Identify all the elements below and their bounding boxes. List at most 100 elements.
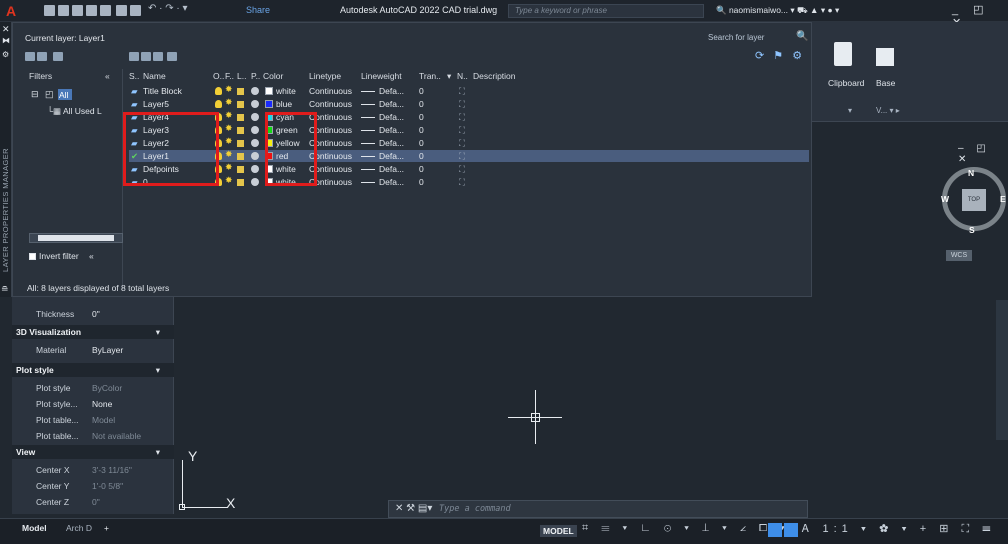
section-view[interactable]: View ▾: [12, 445, 174, 459]
unlock-icon[interactable]: [237, 140, 244, 147]
close-icon[interactable]: ✕: [2, 24, 10, 35]
unlock-icon[interactable]: [237, 153, 244, 160]
auto-hide-icon[interactable]: ⧓: [2, 36, 10, 45]
layer-transparency[interactable]: 0: [419, 177, 424, 187]
layer-row[interactable]: ▰ Layer5 ✸ blue Continuous Defa... 0 ⛶: [129, 97, 809, 110]
layer-lineweight[interactable]: Defa...: [379, 164, 404, 174]
new-vp-freeze-icon[interactable]: ⛶: [459, 112, 465, 123]
compass-west[interactable]: W: [941, 194, 949, 204]
collapse-filters-button[interactable]: «: [105, 71, 110, 81]
command-line[interactable]: ✕ ⚒ ▤▾ Type a command: [388, 500, 808, 518]
thaw-sun-icon[interactable]: ✸: [225, 149, 233, 159]
workspace-icon[interactable]: [130, 5, 141, 16]
base-icon[interactable]: [876, 48, 894, 66]
checkbox-icon[interactable]: [29, 253, 36, 260]
tab-model[interactable]: Model: [22, 523, 47, 533]
viewcube-top-face[interactable]: TOP: [962, 189, 986, 211]
layer-row[interactable]: ▰ Layer2 ✸ yellow Continuous Defa... 0 ⛶: [129, 136, 809, 149]
column-plot[interactable]: P..: [251, 71, 260, 81]
layer-transparency[interactable]: 0: [419, 151, 424, 161]
layer-transparency[interactable]: 0: [419, 86, 424, 96]
compass-north[interactable]: N: [968, 168, 974, 178]
plot-printer-icon[interactable]: [251, 178, 259, 186]
add-layout-button[interactable]: +: [104, 523, 109, 533]
tab-arch-d[interactable]: Arch D: [66, 523, 92, 533]
plot-printer-icon[interactable]: [251, 87, 259, 95]
new-vp-freeze-icon[interactable]: ⛶: [459, 164, 465, 175]
layer-transparency[interactable]: 0: [419, 138, 424, 148]
layer-transparency[interactable]: 0: [419, 112, 424, 122]
layer-search-input[interactable]: Search for layer: [708, 33, 764, 42]
save-as-icon[interactable]: [86, 5, 97, 16]
set-current-icon[interactable]: [167, 52, 177, 61]
layer-transparency[interactable]: 0: [419, 99, 424, 109]
unlock-icon[interactable]: [237, 179, 244, 186]
property-material[interactable]: Material ByLayer: [12, 343, 174, 357]
layer-settings-icon[interactable]: ≘: [1, 284, 9, 295]
layer-transparency[interactable]: 0: [419, 164, 424, 174]
command-line-tools[interactable]: ✕ ⚒ ▤▾: [395, 503, 432, 514]
property-row[interactable]: Center Y 1'-0 5/8": [12, 479, 174, 493]
chevron-down-icon[interactable]: ▾: [156, 363, 160, 377]
new-layer-icon[interactable]: [129, 52, 139, 61]
drafting-tools-tray[interactable]: ⌗ ☰ ▾ ∟ ⊙ ▾ ⟂ ▾ ∠ ⧠ ▾: [582, 522, 790, 535]
new-layer-vp-frozen-icon[interactable]: [141, 52, 151, 61]
user-account[interactable]: 🔍 naomismaiwo... ▾ ⛟ ▲ ▾ ● ▾: [716, 4, 839, 17]
thaw-sun-icon[interactable]: ✸: [225, 123, 233, 133]
layer-name[interactable]: Title Block: [143, 86, 182, 96]
command-input[interactable]: Type a command: [439, 504, 511, 514]
properties-icon[interactable]: ⚙: [2, 50, 9, 59]
column-status[interactable]: S..: [129, 71, 139, 81]
status-tray-right[interactable]: Ꭺ 1:1 ▾ ✿ ▾ + ⊞ ⛶ ☰: [802, 522, 996, 536]
column-new-vp-freeze[interactable]: N..: [457, 71, 468, 81]
plot-printer-icon[interactable]: [251, 165, 259, 173]
thaw-sun-icon[interactable]: ✸: [225, 136, 233, 146]
annotation-visibility-icon[interactable]: [768, 523, 782, 537]
property-row[interactable]: Center Z 0": [12, 495, 174, 509]
refresh-icon[interactable]: ⟳ ⚑ ⚙: [755, 49, 805, 62]
layer-row[interactable]: ▰ Layer3 ✸ green Continuous Defa... 0 ⛶: [129, 123, 809, 136]
publish-icon[interactable]: [116, 5, 127, 16]
plot-printer-icon[interactable]: [251, 152, 259, 160]
new-vp-freeze-icon[interactable]: ⛶: [459, 151, 465, 162]
unlock-icon[interactable]: [237, 88, 244, 95]
layer-lineweight[interactable]: Defa...: [379, 177, 404, 187]
thaw-sun-icon[interactable]: ✸: [225, 110, 233, 120]
filter-all-used[interactable]: └▦ All Used L: [47, 106, 102, 117]
lpm-palette-strip[interactable]: ✕ ⧓ ⚙ LAYER PROPERTIES MANAGER ≘: [0, 22, 12, 297]
new-vp-freeze-icon[interactable]: ⛶: [459, 177, 465, 188]
color-swatch[interactable]: [265, 100, 273, 108]
layer-lineweight[interactable]: Defa...: [379, 138, 404, 148]
layer-row[interactable]: ✔ Layer1 ✸ red Continuous Defa... 0 ⛶: [129, 149, 809, 162]
open-file-icon[interactable]: [58, 5, 69, 16]
model-space-button[interactable]: MODEL: [540, 525, 577, 537]
autocad-logo-icon[interactable]: A: [2, 1, 20, 21]
compass-south[interactable]: S: [969, 225, 975, 235]
unlock-icon[interactable]: [237, 101, 244, 108]
filters-horizontal-scrollbar[interactable]: [29, 233, 123, 243]
vertical-scrollbar[interactable]: [996, 300, 1008, 440]
compass-east[interactable]: E: [1000, 194, 1006, 204]
layer-name[interactable]: Layer5: [143, 99, 169, 109]
layer-lineweight[interactable]: Defa...: [379, 151, 404, 161]
layer-row[interactable]: ▰ Defpoints ✸ white Continuous Defa... 0 ⛶: [129, 162, 809, 175]
collapse-filter-pane-button[interactable]: «: [89, 251, 94, 261]
new-vp-freeze-icon[interactable]: ⛶: [459, 99, 465, 110]
search-icon[interactable]: 🔍: [796, 31, 808, 42]
plot-printer-icon[interactable]: [251, 139, 259, 147]
column-name[interactable]: Name: [143, 71, 166, 81]
column-lock[interactable]: L..: [237, 71, 246, 81]
layer-lineweight[interactable]: Defa...: [379, 125, 404, 135]
thaw-sun-icon[interactable]: ✸: [225, 84, 233, 94]
column-sort-icon[interactable]: ▾: [447, 71, 451, 82]
layer-lineweight[interactable]: Defa...: [379, 112, 404, 122]
layer-states-icon[interactable]: [53, 52, 63, 61]
search-input[interactable]: Type a keyword or phrase: [508, 4, 704, 18]
layer-color-name[interactable]: white: [276, 86, 296, 96]
view-dropdown[interactable]: V... ▾ ▸: [876, 106, 900, 115]
column-transparency[interactable]: Tran..: [419, 71, 441, 81]
invert-filter-checkbox[interactable]: Invert filter: [29, 251, 79, 261]
property-row[interactable]: Plot table... Model: [12, 413, 174, 427]
chevron-down-icon[interactable]: ▾: [156, 445, 160, 459]
chevron-down-icon[interactable]: ▾: [156, 325, 160, 339]
